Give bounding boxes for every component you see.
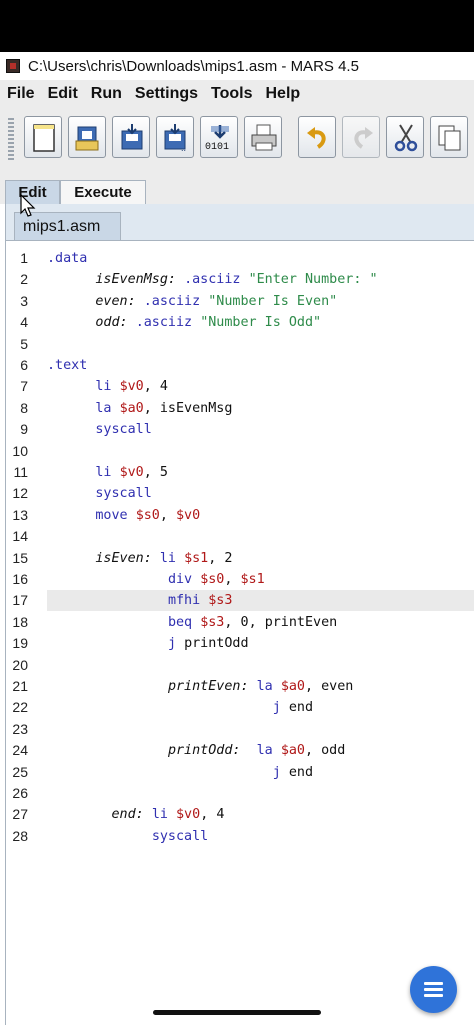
line-number: 21 (12, 678, 28, 694)
code-line[interactable]: j end (47, 697, 313, 718)
open-file-button[interactable] (68, 116, 106, 158)
dump-memory-button[interactable]: 0101 (200, 116, 238, 158)
menu-icon-line (424, 988, 443, 991)
code-line[interactable]: syscall (47, 419, 151, 440)
floating-menu-button[interactable] (410, 966, 457, 1013)
line-number: 20 (12, 656, 28, 673)
code-editor[interactable]: 1 2 3 4 5 6 7 8 9 10 11 12 13 14 15 16 17 18 19 20 21 22 23 24 2… (6, 240, 474, 1025)
line-number: 23 (12, 720, 28, 737)
line-number: 13 (12, 506, 28, 523)
code-line[interactable]: div $s0, $s1 (47, 569, 265, 590)
print-button[interactable] (244, 116, 282, 158)
undo-icon (307, 127, 326, 149)
menu-tools[interactable]: Tools (211, 85, 252, 103)
open-folder-icon (75, 126, 99, 151)
line-number: 5 (20, 335, 28, 352)
menu-icon-line (424, 982, 443, 985)
mouse-cursor-icon (20, 194, 36, 217)
menu-help[interactable]: Help (266, 85, 301, 103)
save-as-button[interactable]: .. (156, 116, 194, 158)
code-line[interactable]: even: .asciiz "Number Is Even" (47, 291, 337, 312)
code-line[interactable]: isEvenMsg: .asciiz "Enter Number: " (47, 269, 377, 290)
menu-file[interactable]: File (7, 85, 35, 103)
line-number: 3 (20, 292, 28, 309)
line-number: 22 (12, 699, 28, 716)
line-number: 25 (12, 763, 28, 780)
svg-text:..: .. (181, 143, 186, 153)
line-number: 4 (20, 314, 28, 331)
code-line[interactable]: li $v0, 5 (47, 462, 168, 483)
code-line[interactable]: .data (47, 248, 87, 269)
line-number: 7 (20, 378, 28, 395)
copy-button[interactable] (430, 116, 468, 158)
mars-app-icon (6, 59, 20, 73)
new-file-button[interactable] (24, 116, 62, 158)
title-bar: C:\Users\chris\Downloads\mips1.asm - MAR… (0, 52, 474, 80)
code-line[interactable]: mfhi $s3 (47, 590, 233, 611)
code-line[interactable]: j end (47, 762, 313, 783)
code-line[interactable]: beq $s3, 0, printEven (47, 612, 337, 633)
line-number: 27 (12, 806, 28, 823)
code-line[interactable]: li $v0, 4 (47, 376, 168, 397)
menu-edit[interactable]: Edit (48, 85, 78, 103)
line-number: 12 (12, 485, 28, 502)
line-number: 15 (12, 549, 28, 566)
line-number: 10 (12, 442, 28, 459)
cut-button[interactable] (386, 116, 424, 158)
code-line[interactable]: odd: .asciiz "Number Is Odd" (47, 312, 321, 333)
line-number: 9 (20, 421, 28, 438)
editor-panel: mips1.asm 1 2 3 4 5 6 7 8 9 10 11 12 13 14 15 16 17 18 19 2… (5, 204, 474, 1025)
menu-run[interactable]: Run (91, 85, 122, 103)
line-number: 26 (12, 785, 28, 801)
code-line[interactable]: end: li $v0, 4 (47, 804, 225, 825)
line-number: 19 (12, 635, 28, 652)
mars-window: C:\Users\chris\Downloads\mips1.asm - MAR… (0, 52, 474, 1025)
code-line[interactable]: isEven: li $s1, 2 (47, 548, 232, 569)
main-tab-strip: Edit Execute (0, 170, 474, 204)
line-number: 28 (12, 827, 28, 844)
window-title: C:\Users\chris\Downloads\mips1.asm - MAR… (28, 57, 359, 75)
code-line[interactable]: printOdd: la $a0, odd (47, 740, 345, 761)
line-number: 11 (13, 464, 28, 480)
line-number: 1 (20, 250, 28, 266)
line-number: 14 (12, 528, 28, 545)
code-line[interactable]: printEven: la $a0, even (47, 676, 353, 697)
toolbar: .. 0101 (0, 108, 474, 171)
redo-icon (354, 127, 373, 149)
print-icon (251, 124, 277, 151)
code-line[interactable]: .text (47, 355, 87, 376)
save-icon (121, 124, 143, 150)
code-line[interactable]: syscall (47, 826, 208, 847)
code-line[interactable]: move $s0, $v0 (47, 505, 200, 526)
scissors-icon (394, 124, 418, 152)
line-number: 17 (12, 592, 28, 609)
line-number: 16 (12, 571, 28, 587)
code-line[interactable]: j printOdd (47, 633, 249, 654)
line-number: 24 (12, 742, 28, 759)
save-button[interactable] (112, 116, 150, 158)
line-number: 8 (20, 399, 28, 416)
code-line[interactable]: la $a0, isEvenMsg (47, 398, 232, 419)
redo-button[interactable] (342, 116, 380, 158)
new-file-icon (33, 124, 55, 152)
undo-button[interactable] (298, 116, 336, 158)
line-number: 18 (12, 613, 28, 630)
home-indicator (153, 1010, 321, 1015)
tab-execute[interactable]: Execute (60, 180, 146, 204)
toolbar-grip[interactable] (8, 118, 14, 162)
menu-icon-line (424, 994, 443, 997)
menu-settings[interactable]: Settings (135, 85, 198, 103)
menu-bar: File Edit Run Settings Tools Help (0, 80, 474, 108)
line-number-gutter: 1 2 3 4 5 6 7 8 9 10 11 12 13 14 15 16 17 18 19 20 21 22 23 24 2… (6, 241, 46, 1025)
line-number: 6 (20, 357, 28, 373)
dump-binary-label: 0101 (205, 142, 230, 153)
copy-icon (438, 125, 461, 151)
save-as-icon: .. (164, 124, 186, 153)
code-line[interactable]: syscall (47, 483, 151, 504)
line-number: 2 (20, 271, 28, 288)
